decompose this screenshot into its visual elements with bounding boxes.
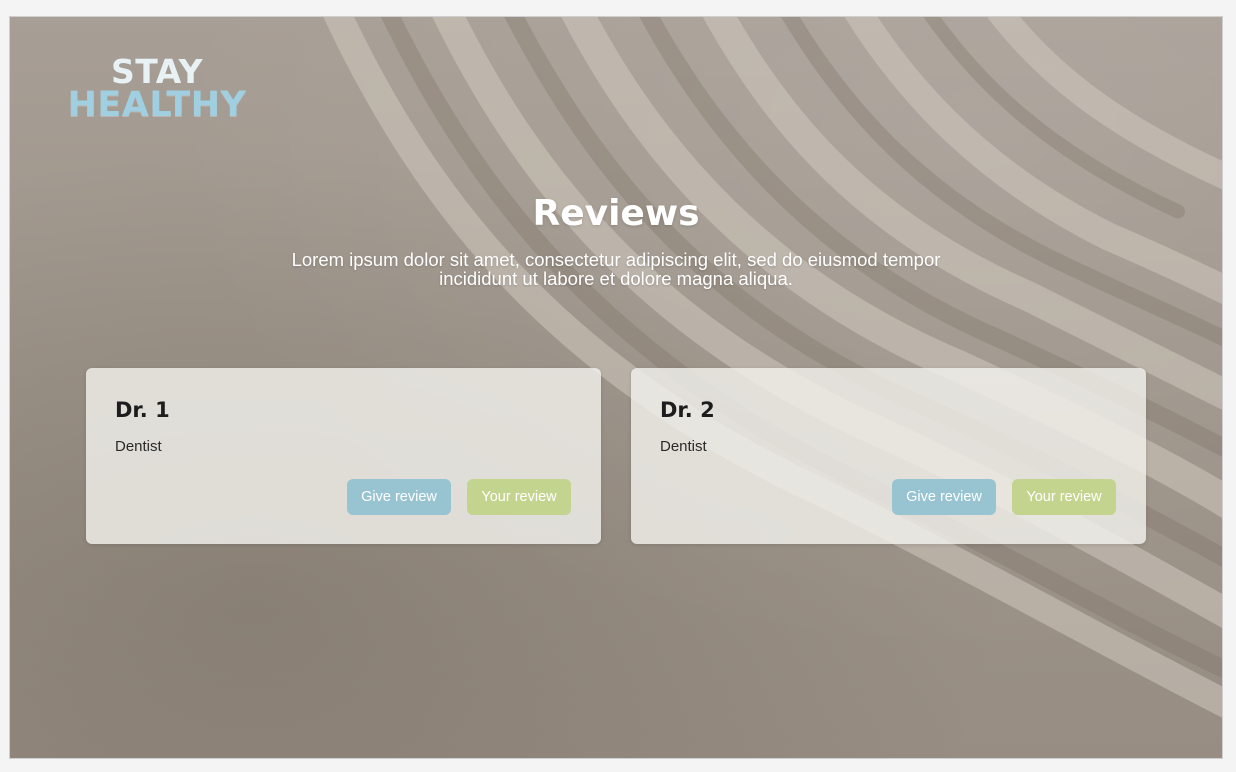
give-review-button[interactable]: Give review	[892, 479, 996, 515]
doctor-name: Dr. 2	[660, 398, 715, 422]
doctor-specialty: Dentist	[115, 438, 162, 455]
logo-line-stay: STAY	[111, 52, 203, 91]
doctor-specialty: Dentist	[660, 438, 707, 455]
page-subtitle: Lorem ipsum dolor sit amet, consectetur …	[291, 249, 941, 289]
your-review-button[interactable]: Your review	[1012, 479, 1116, 515]
give-review-button[interactable]: Give review	[347, 479, 451, 515]
logo-line-healthy: HEALTHY	[67, 85, 247, 125]
your-review-button[interactable]: Your review	[467, 479, 571, 515]
doctor-card: Dr. 2 Dentist Give review Your review	[631, 368, 1146, 544]
page-frame: STAY HEALTHY Reviews Lorem ipsum dolor s…	[9, 16, 1223, 759]
page-title: Reviews	[532, 193, 700, 234]
doctor-name: Dr. 1	[115, 398, 170, 422]
doctor-card: Dr. 1 Dentist Give review Your review	[86, 368, 601, 544]
brand-logo[interactable]: STAY HEALTHY	[62, 55, 252, 123]
